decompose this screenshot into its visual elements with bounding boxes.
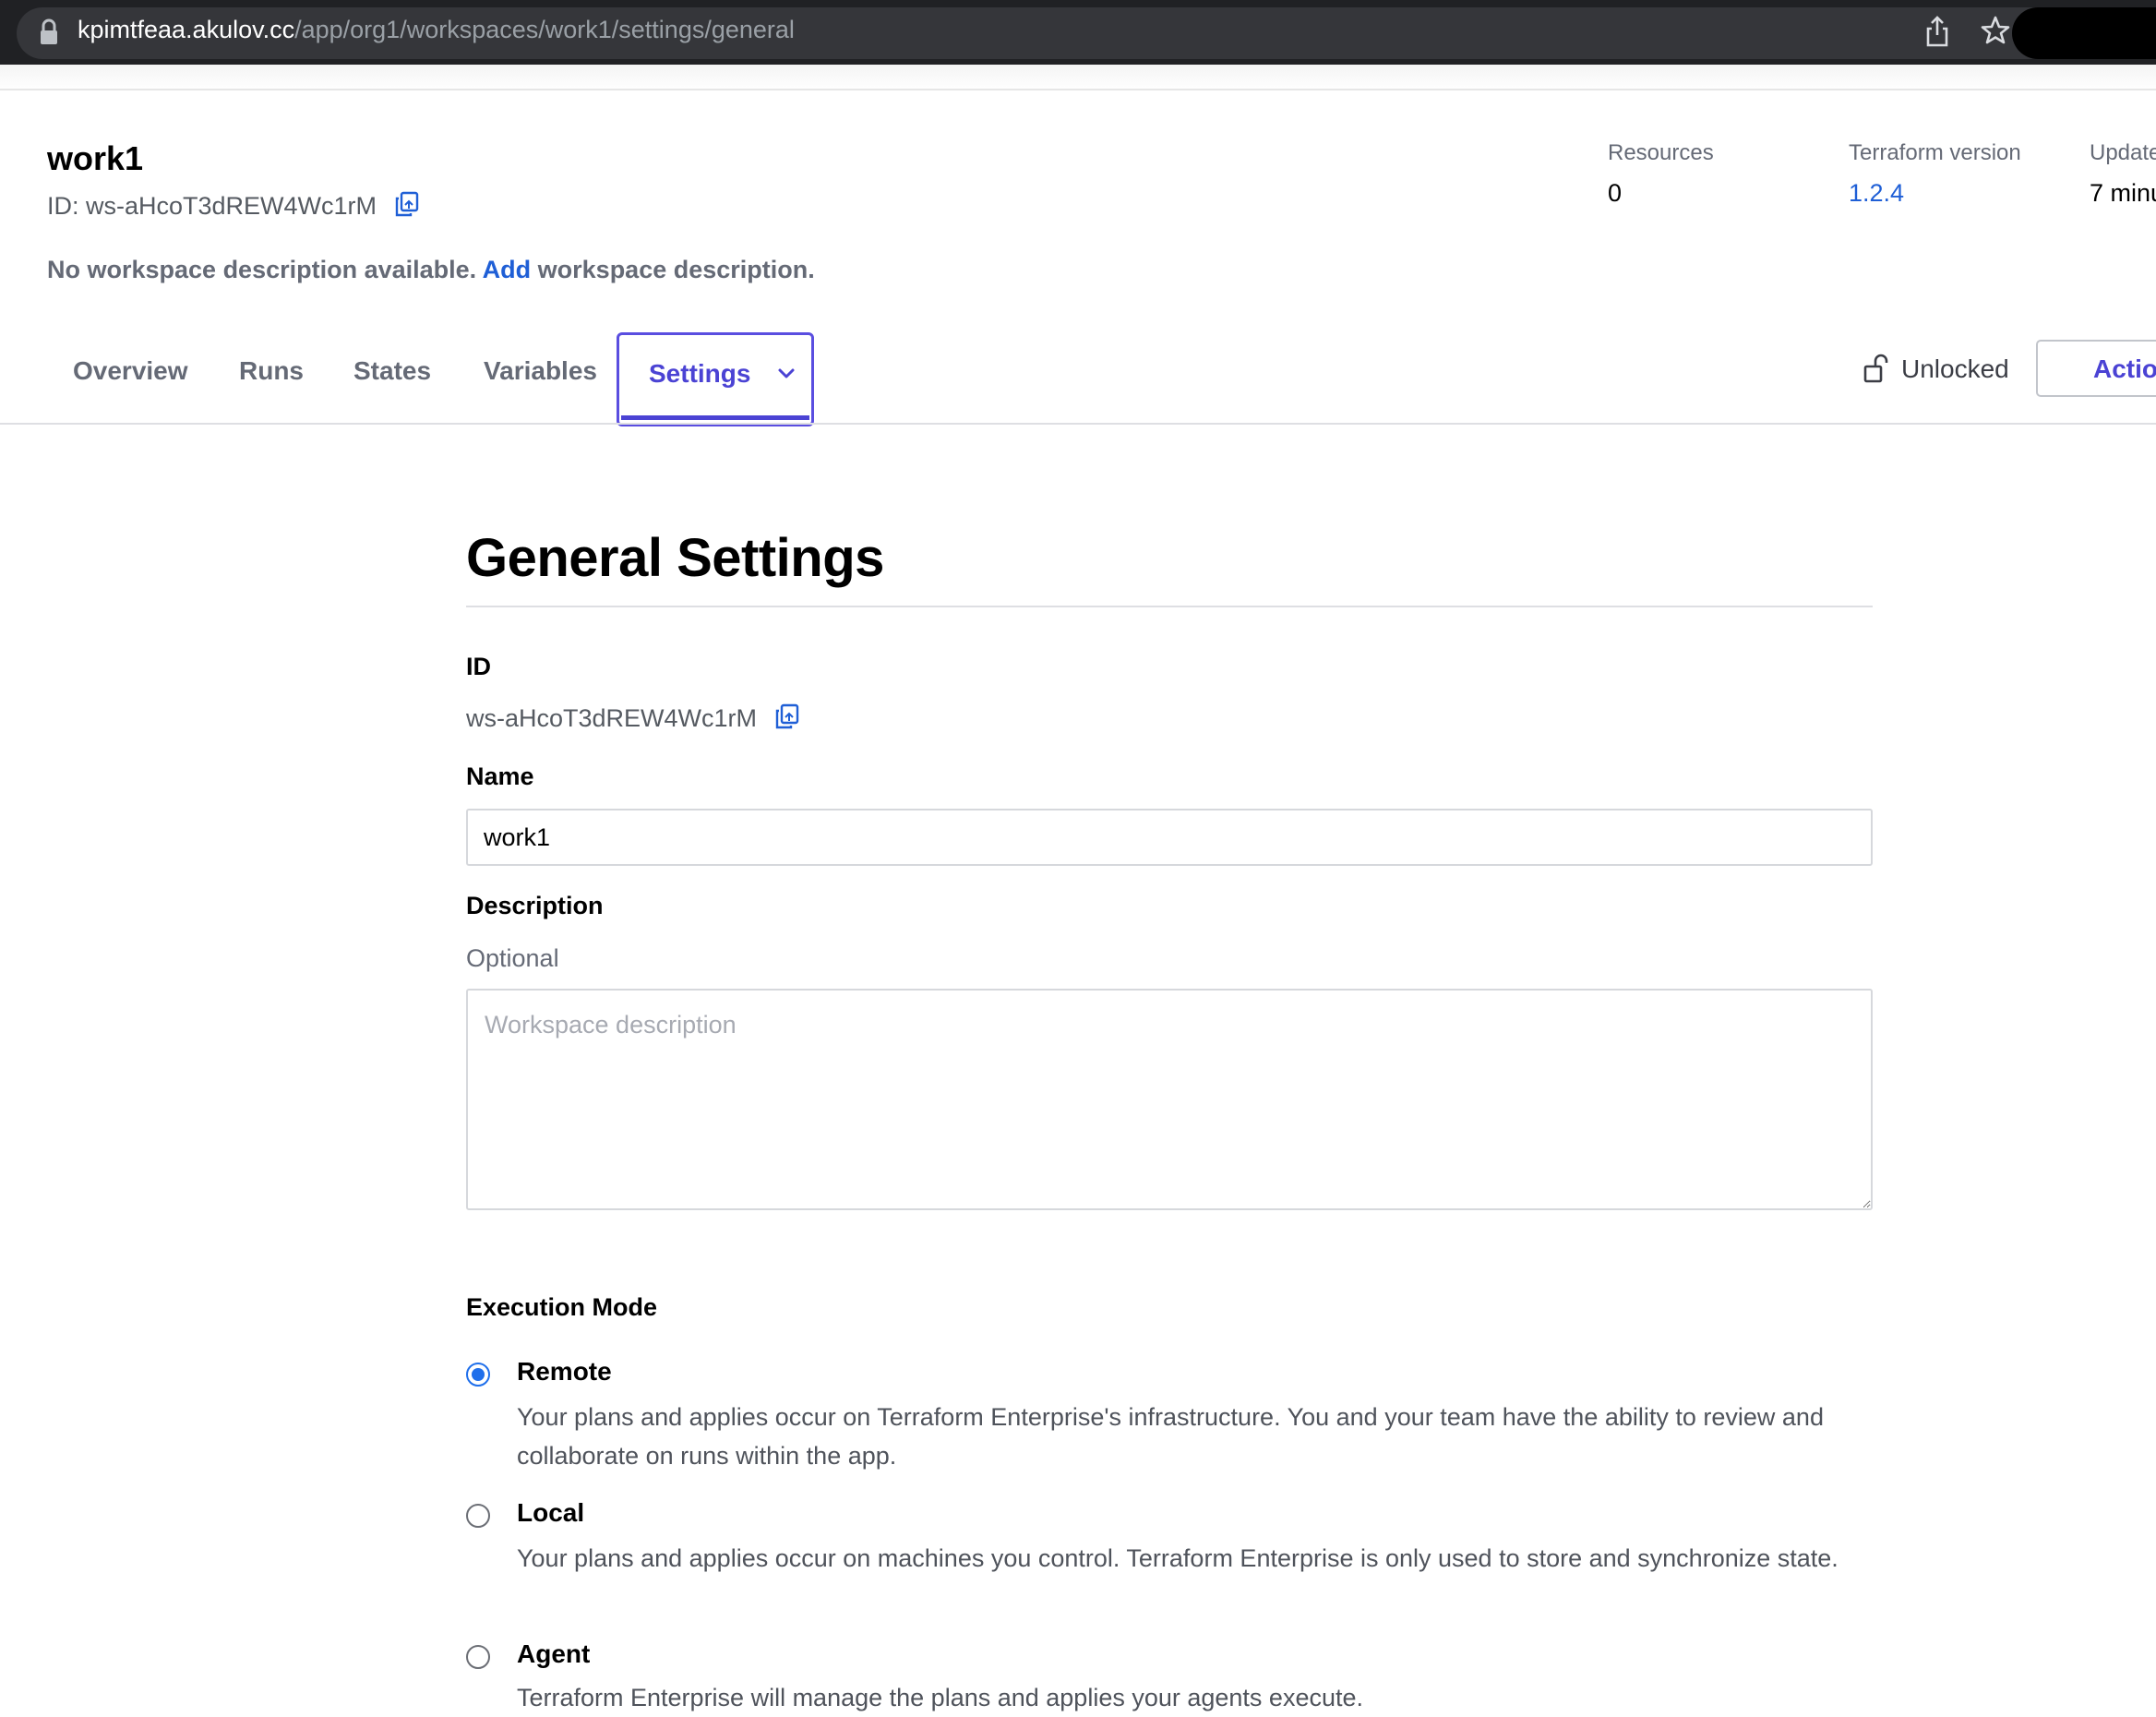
header-divider xyxy=(0,89,2156,90)
execution-mode-label: Execution Mode xyxy=(466,1293,658,1321)
desc-before: No workspace description available. xyxy=(47,256,483,283)
chevron-down-icon xyxy=(774,363,798,385)
terraform-version-label: Terraform version xyxy=(1849,140,2021,165)
actions-button-label: Actio xyxy=(2093,354,2156,383)
toolbar-shadow xyxy=(0,65,2156,90)
radio-local[interactable] xyxy=(466,1504,490,1528)
active-tab-indicator xyxy=(621,415,809,420)
redacted-area xyxy=(2012,7,2156,59)
workspace-title: work1 xyxy=(47,139,144,177)
copy-icon[interactable] xyxy=(393,190,421,218)
remote-title[interactable]: Remote xyxy=(517,1355,612,1388)
actions-button[interactable]: Actio xyxy=(2036,340,2156,397)
radio-agent[interactable] xyxy=(466,1645,490,1669)
description-optional-hint: Optional xyxy=(466,944,559,972)
remote-description: Your plans and applies occur on Terrafor… xyxy=(517,1403,1824,1470)
tab-variables[interactable]: Variables xyxy=(484,354,597,388)
star-icon[interactable] xyxy=(1980,15,2011,46)
radio-remote[interactable] xyxy=(466,1363,490,1387)
updated-label: Update xyxy=(2090,140,2156,165)
share-icon[interactable] xyxy=(1924,15,1950,48)
id-label: ID xyxy=(466,653,491,680)
resources-label: Resources xyxy=(1608,140,1714,165)
local-description: Your plans and applies occur on machines… xyxy=(517,1544,1839,1572)
tab-overview[interactable]: Overview xyxy=(73,354,188,388)
unlock-icon xyxy=(1863,353,1890,389)
url-host: kpimtfeaa.akulov.cc xyxy=(78,16,295,43)
lock-icon[interactable] xyxy=(39,18,59,46)
updated-value: 7 minu xyxy=(2090,179,2156,207)
resources-value: 0 xyxy=(1608,179,1623,207)
add-description-link[interactable]: Add xyxy=(483,256,531,283)
name-input[interactable] xyxy=(466,809,1873,866)
lock-status[interactable]: Unlocked xyxy=(1901,353,2009,386)
url-path: /app/org1/workspaces/work1/settings/gene… xyxy=(294,16,795,43)
copy-icon[interactable] xyxy=(773,702,801,730)
agent-description: Terraform Enterprise will manage the pla… xyxy=(517,1684,1363,1711)
tab-runs[interactable]: Runs xyxy=(239,354,304,388)
tabs-divider xyxy=(0,423,2156,425)
desc-after: workspace description. xyxy=(531,256,815,283)
url-text[interactable]: kpimtfeaa.akulov.cc/app/org1/workspaces/… xyxy=(78,13,795,46)
terraform-version-link[interactable]: 1.2.4 xyxy=(1849,176,1904,210)
workspace-id: ID: ws-aHcoT3dREW4Wc1rM xyxy=(47,189,421,222)
title-divider xyxy=(466,606,1873,607)
name-label: Name xyxy=(466,762,534,790)
tab-settings-label: Settings xyxy=(649,359,751,388)
tab-settings[interactable]: Settings xyxy=(617,332,814,426)
agent-title[interactable]: Agent xyxy=(517,1638,590,1671)
id-value-text: ws-aHcoT3dREW4Wc1rM xyxy=(466,704,758,732)
page-title: General Settings xyxy=(466,528,884,588)
workspace-description: No workspace description available. Add … xyxy=(47,253,815,286)
tab-states[interactable]: States xyxy=(353,354,431,388)
description-label: Description xyxy=(466,892,604,919)
workspace-id-value: ws-aHcoT3dREW4Wc1rM xyxy=(466,702,801,735)
local-title[interactable]: Local xyxy=(517,1496,584,1530)
workspace-id-text: ID: ws-aHcoT3dREW4Wc1rM xyxy=(47,192,377,220)
description-textarea[interactable] xyxy=(466,989,1873,1210)
